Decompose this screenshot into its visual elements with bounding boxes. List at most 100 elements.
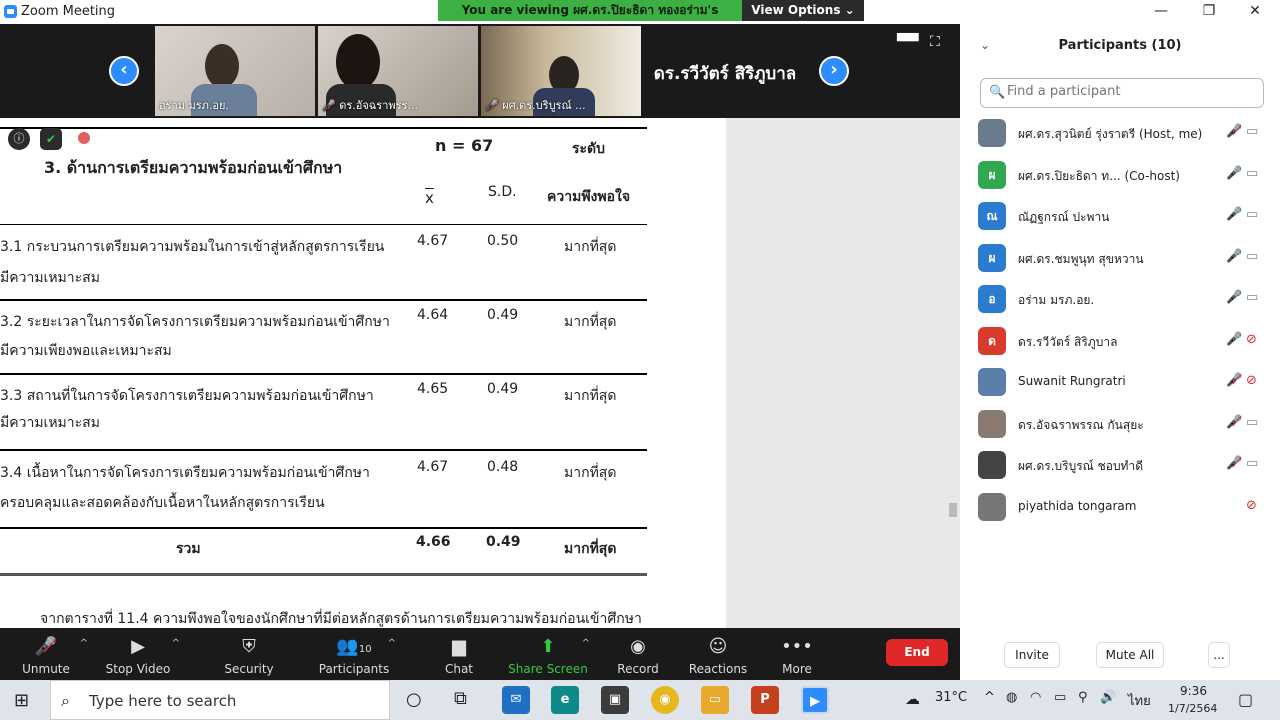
mic-muted-icon: 🎤̸ [1226, 414, 1243, 430]
mail-icon[interactable]: ✉ [502, 686, 530, 714]
participant-row[interactable]: ผ ผศ.ดร.ชมพูนุท สุขหวาน 🎤 ▭ [960, 239, 1280, 279]
panel-more-button[interactable]: ... [1208, 642, 1230, 668]
gallery-view-icon[interactable]: ▀▀ [897, 34, 919, 50]
scrollbar-thumb[interactable] [949, 503, 957, 517]
minimize-button[interactable]: — [1138, 0, 1184, 24]
row-4-sd: 0.48 [487, 459, 519, 475]
powerpoint-icon[interactable]: P [751, 686, 779, 714]
participant-row[interactable]: piyathida tongaram ⊘ [960, 488, 1280, 528]
participant-row[interactable]: ดร.อัจฉราพรรณ กันสุยะ 🎤̸ ▭ [960, 405, 1280, 445]
audio-options-caret-icon[interactable]: ^ [80, 638, 88, 649]
windows-start-icon[interactable]: ⊞ [14, 690, 29, 711]
participant-row[interactable]: ด ดร.รวีวัตร์ สิริภูบาล 🎤 ⊘ [960, 322, 1280, 362]
participant-search-input[interactable] [1007, 84, 1257, 99]
row-1-mean: 4.67 [417, 233, 449, 249]
next-page-button[interactable]: › [819, 56, 849, 86]
reactions-button[interactable]: ☺ Reactions [678, 628, 758, 680]
taskbar-search[interactable]: ⌕ Type here to search [50, 680, 390, 720]
video-camera-icon: ▭ [1246, 165, 1259, 181]
row-2-label-line2: มีความเพียงพอและเหมาะสม [0, 343, 172, 359]
chat-label: Chat [444, 662, 474, 676]
avatar [978, 451, 1006, 479]
header-mean: x [425, 188, 434, 207]
participants-label: Participants [318, 662, 390, 676]
network-icon[interactable]: ◍ [1006, 690, 1017, 705]
video-tile[interactable]: 🎤̸ ผศ.ดร.บริบูรณ์ ... [481, 26, 641, 116]
total-label: รวม [176, 541, 201, 557]
zoom-taskbar-icon[interactable]: ▶ [801, 686, 829, 714]
security-button[interactable]: ⛨ Security [209, 628, 289, 680]
stop-video-label: Stop Video [105, 662, 171, 676]
unmute-button[interactable]: 🎤̸ Unmute ^ [6, 628, 88, 680]
video-tile[interactable]: 🎤̸ ดร.อัจฉราพรร... [318, 26, 478, 116]
stop-video-button[interactable]: ▶ Stop Video ^ [98, 628, 180, 680]
file-explorer-icon[interactable]: ▭ [701, 686, 729, 714]
active-speaker-name: ดร.รวีวัตร์ สิริภูบาล [653, 64, 797, 84]
video-tile-active[interactable]: ดร.รวีวัตร์ สิริภูบาล [644, 26, 806, 116]
weather-icon[interactable]: ☁ [905, 690, 920, 708]
store-icon[interactable]: ▣ [601, 686, 629, 714]
more-button[interactable]: ••• More [757, 628, 837, 680]
participant-row[interactable]: ผศ.ดร.บริบูรณ์ ชอบทำดี 🎤̸ ▭ [960, 446, 1280, 486]
temperature[interactable]: 31°C [935, 690, 967, 705]
participant-search[interactable]: 🔍 [980, 78, 1264, 108]
view-options-button[interactable]: View Options ⌄ [742, 0, 864, 21]
participant-row[interactable]: Suwanit Rungratri 🎤̸ ⊘ [960, 363, 1280, 403]
video-off-icon: ⊘ [1246, 373, 1257, 388]
clock-time[interactable]: 9:36 [1180, 684, 1207, 698]
record-button[interactable]: ◉ Record [598, 628, 678, 680]
cortana-icon[interactable]: ○ [406, 689, 422, 710]
row-divider [0, 449, 647, 451]
participant-silhouette [205, 44, 239, 88]
participants-caret-icon[interactable]: ^ [388, 638, 396, 649]
share-screen-button[interactable]: ⬆ Share Screen ^ [508, 628, 590, 680]
video-tile[interactable]: อร่าม มรภ.อย. [155, 26, 315, 116]
row-2-level: มากที่สุด [564, 314, 617, 330]
participants-button[interactable]: 👥10 Participants ^ [314, 628, 396, 680]
search-icon: 🔍 [989, 85, 1006, 100]
row-1-label-line2: มีความเหมาะสม [0, 270, 100, 286]
info-icon[interactable]: ⓘ [8, 128, 30, 150]
battery-icon[interactable]: ▭ [1054, 690, 1066, 705]
participant-row[interactable]: อ อร่าม มรภ.อย. 🎤 ▭ [960, 280, 1280, 320]
edge-icon[interactable]: e [551, 686, 579, 714]
participant-row[interactable]: ผ ผศ.ดร.ปิยะธิดา ท... (Co-host) 🎤 ▭ [960, 156, 1280, 196]
close-button[interactable]: ✕ [1232, 0, 1278, 24]
tile-name: อร่าม มรภ.อย. [159, 99, 229, 112]
record-label: Record [617, 662, 659, 676]
show-hidden-icons-chevron-icon[interactable]: ^ [984, 690, 995, 705]
row-3-sd: 0.49 [487, 381, 519, 397]
meeting-toolbar: 🎤̸ Unmute ^ ▶ Stop Video ^ ⛨ Security 👥1… [0, 628, 960, 680]
video-camera-icon: ▭ [1246, 207, 1259, 222]
scrollbar[interactable] [946, 118, 960, 628]
restore-button[interactable]: ❐ [1186, 0, 1232, 24]
participant-name: ณัฏฐกรณ์ ปะพาน [1018, 210, 1110, 224]
total-sd: 0.49 [486, 534, 521, 550]
invite-button[interactable]: Invite [1004, 642, 1060, 668]
share-screen-label: Share Screen [508, 662, 588, 676]
share-options-caret-icon[interactable]: ^ [582, 638, 590, 649]
participant-row[interactable]: ผศ.ดร.สุวนิตย์ รุ่งราตรี (Host, me) 🎤̸ ▭ [960, 114, 1280, 154]
chrome-icon[interactable]: ◉ [651, 686, 679, 714]
end-meeting-button[interactable]: End [886, 639, 948, 666]
participant-row[interactable]: ณ ณัฏฐกรณ์ ปะพาน 🎤 ▭ [960, 197, 1280, 237]
mute-all-button[interactable]: Mute All [1096, 642, 1164, 668]
clock-date[interactable]: 1/7/2564 [1168, 702, 1217, 715]
volume-icon[interactable]: 🔊 [1100, 690, 1116, 705]
avatar: ณ [978, 202, 1006, 230]
wifi-icon[interactable]: ◠ [1030, 690, 1041, 705]
mic-muted-icon: 🎤̸ [1226, 456, 1243, 471]
reactions-smiley-icon: ☺ [708, 636, 728, 657]
task-view-icon[interactable]: ⧉ [454, 688, 467, 709]
chat-button[interactable]: ▆ Chat [419, 628, 499, 680]
language-indicator[interactable]: ไทย [1128, 690, 1151, 711]
participant-name: Suwanit Rungratri [1018, 374, 1126, 388]
fullscreen-icon[interactable]: ⛶ [930, 34, 940, 50]
prev-page-button[interactable]: ‹ [109, 56, 139, 86]
video-options-caret-icon[interactable]: ^ [172, 638, 180, 649]
mic-muted-icon: 🎤̸ [1226, 124, 1243, 139]
participants-panel: ⌄ Participants (10) 🔍 ผศ.ดร.สุวนิตย์ รุ่… [960, 24, 1280, 680]
notifications-icon[interactable]: ▢ [1238, 690, 1253, 709]
encryption-shield-icon[interactable]: ✔ [40, 128, 62, 150]
usb-icon[interactable]: ⚲ [1078, 690, 1088, 705]
